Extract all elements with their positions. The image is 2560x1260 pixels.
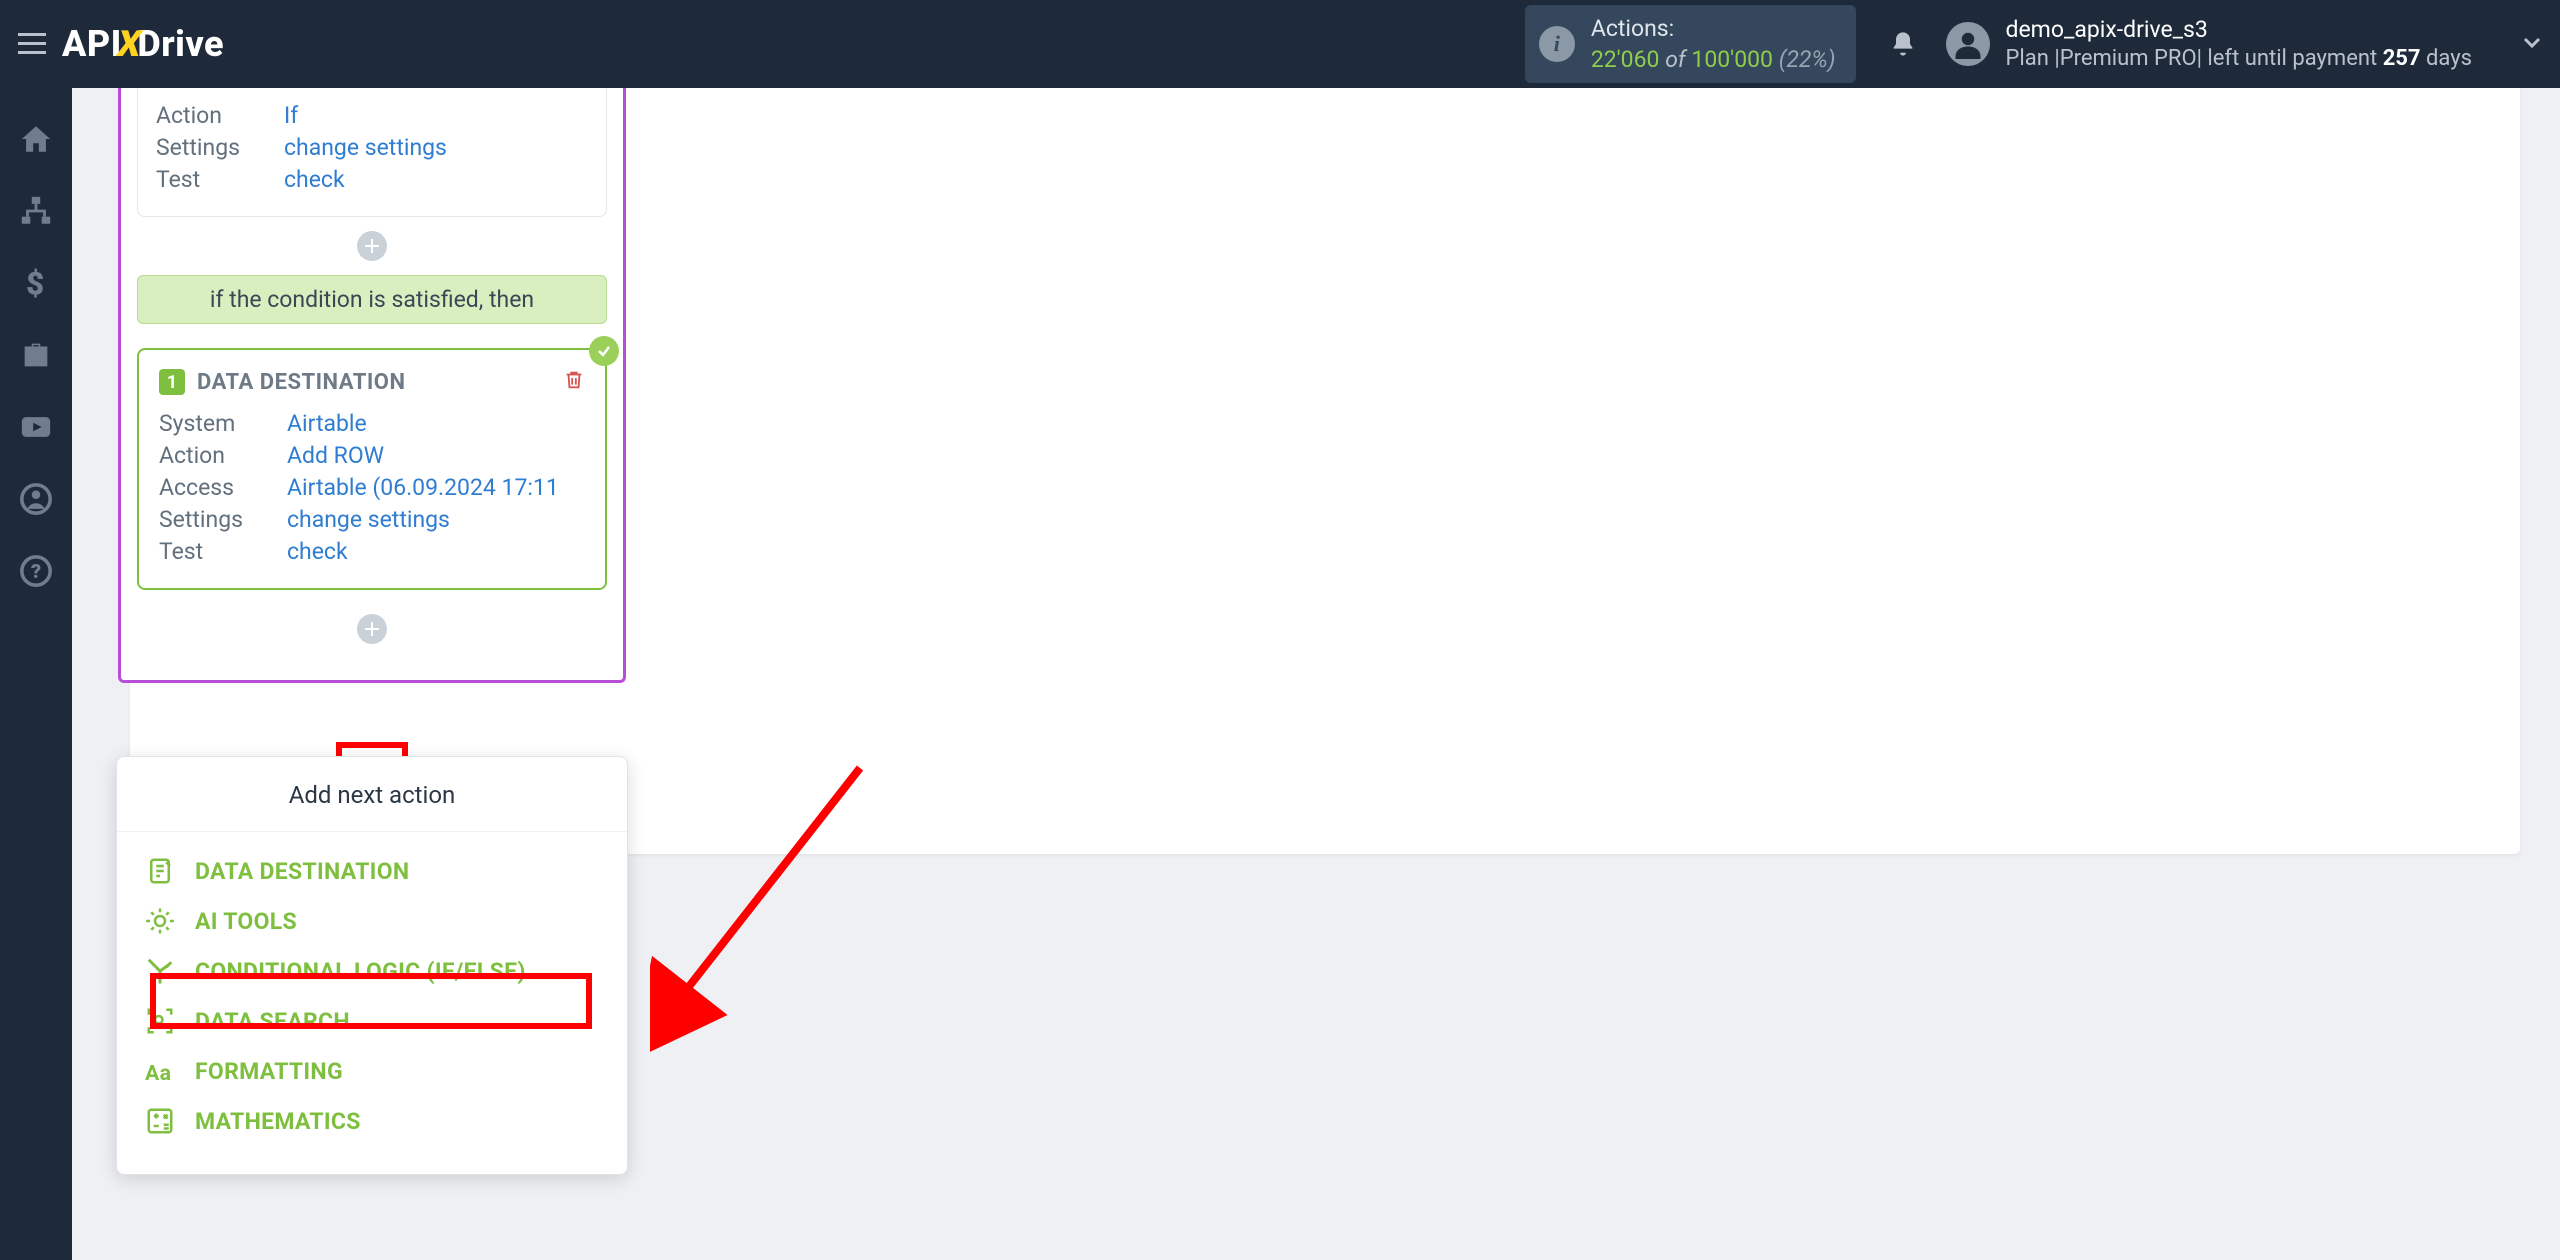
actions-limit: 100'000	[1691, 46, 1773, 73]
popover-item-ai-tools[interactable]: AI TOOLS	[137, 896, 607, 946]
status-check-badge	[589, 336, 619, 366]
scan-search-icon	[145, 1006, 175, 1036]
user-block[interactable]: demo_apix-drive_s3 Plan |Premium PRO| le…	[2006, 15, 2472, 73]
popover-item-label: DATA SEARCH	[195, 1008, 350, 1035]
sidebar-briefcase[interactable]	[19, 338, 53, 372]
tree-icon	[19, 194, 53, 228]
popover-item-label: MATHEMATICS	[195, 1108, 361, 1135]
svg-text:$: $	[26, 266, 44, 300]
trash-icon	[563, 368, 585, 392]
data-destination-card: 1 DATA DESTINATION SystemAirtable Action…	[137, 348, 607, 590]
hamburger-icon	[18, 33, 46, 55]
dest-settings-v[interactable]: change settings	[287, 506, 450, 533]
actions-used: 22'060	[1591, 46, 1660, 73]
sidebar-home[interactable]	[19, 122, 53, 156]
user-menu-toggle[interactable]	[2520, 30, 2544, 58]
logo[interactable]: API X Drive	[62, 23, 224, 65]
add-action-popover: Add next action DATA DESTINATION AI TOOL…	[116, 756, 628, 1175]
dest-title: DATA DESTINATION	[197, 370, 406, 395]
popover-item-formatting[interactable]: Aa FORMATTING	[137, 1046, 607, 1096]
sidebar-video[interactable]	[19, 410, 53, 444]
dest-system-v[interactable]: Airtable	[287, 410, 367, 437]
svg-text:Aa: Aa	[145, 1061, 171, 1086]
clipboard-icon	[145, 856, 175, 886]
popover-item-label: FORMATTING	[195, 1058, 343, 1085]
gear-brain-icon	[145, 906, 175, 936]
conditional-block: ActionIf Settingschange settings Testche…	[118, 88, 626, 683]
sidebar-help[interactable]: ?	[19, 554, 53, 588]
sidebar-profile[interactable]	[19, 482, 53, 516]
dest-test-k: Test	[159, 538, 287, 565]
sidebar-billing[interactable]: $	[19, 266, 53, 300]
test-k: Test	[156, 166, 284, 193]
popover-item-label: DATA DESTINATION	[195, 858, 409, 885]
plan-prefix: Plan |Premium PRO| left until payment	[2006, 46, 2383, 71]
dest-access-v[interactable]: Airtable (06.09.2024 17:11	[287, 474, 559, 501]
check-icon	[596, 343, 612, 359]
user-circle-icon	[19, 482, 53, 516]
actions-text: Actions: 22'060 of 100'000 (22%)	[1591, 13, 1836, 75]
info-icon: i	[1539, 26, 1575, 62]
user-plan: Plan |Premium PRO| left until payment 25…	[2006, 45, 2472, 74]
popover-title: Add next action	[117, 781, 627, 809]
content-area: ActionIf Settingschange settings Testche…	[72, 88, 2560, 1260]
sidebar: $ ?	[0, 88, 72, 1260]
dest-number: 1	[159, 369, 185, 395]
svg-text:?: ?	[31, 560, 41, 583]
actions-pill[interactable]: i Actions: 22'060 of 100'000 (22%)	[1525, 5, 1856, 83]
condition-action-card: ActionIf Settingschange settings Testche…	[137, 88, 607, 217]
plus-icon	[365, 622, 379, 636]
action-k: Action	[156, 102, 284, 129]
logo-part-api: API	[62, 23, 122, 65]
sidebar-flows[interactable]	[19, 194, 53, 228]
plus-icon	[365, 239, 379, 253]
action-v[interactable]: If	[284, 102, 298, 129]
actions-of: of	[1665, 46, 1685, 73]
add-step-button-1[interactable]	[357, 231, 387, 261]
dest-settings-k: Settings	[159, 506, 287, 533]
popover-item-label: AI TOOLS	[195, 908, 297, 935]
dest-system-k: System	[159, 410, 287, 437]
actions-label: Actions:	[1591, 13, 1836, 44]
briefcase-icon	[19, 338, 53, 372]
delete-destination-button[interactable]	[563, 368, 585, 396]
popover-item-conditional-logic[interactable]: CONDITIONAL LOGIC (IF/ELSE)	[137, 946, 607, 996]
youtube-icon	[19, 410, 53, 444]
popover-item-data-search[interactable]: DATA SEARCH	[137, 996, 607, 1046]
popover-item-mathematics[interactable]: MATHEMATICS	[137, 1096, 607, 1146]
avatar[interactable]	[1946, 22, 1990, 66]
dest-access-k: Access	[159, 474, 287, 501]
home-icon	[19, 122, 53, 156]
popover-item-label: CONDITIONAL LOGIC (IF/ELSE)	[195, 958, 526, 985]
branch-icon	[145, 956, 175, 986]
bell-button[interactable]	[1884, 25, 1922, 63]
math-icon	[145, 1106, 175, 1136]
plan-days: 257	[2383, 46, 2421, 71]
dollar-icon: $	[19, 266, 53, 300]
dest-action-v[interactable]: Add ROW	[287, 442, 384, 469]
top-bar: API X Drive i Actions: 22'060 of 100'000…	[0, 0, 2560, 88]
actions-pct: (22%)	[1779, 46, 1836, 73]
plan-days-suffix: days	[2421, 46, 2472, 71]
bell-icon	[1889, 29, 1917, 59]
settings-k: Settings	[156, 134, 284, 161]
test-v[interactable]: check	[284, 166, 345, 193]
popover-item-data-destination[interactable]: DATA DESTINATION	[137, 846, 607, 896]
chevron-down-icon	[2520, 30, 2544, 54]
dest-test-v[interactable]: check	[287, 538, 348, 565]
dest-action-k: Action	[159, 442, 287, 469]
hamburger-menu[interactable]	[8, 20, 56, 68]
settings-v[interactable]: change settings	[284, 134, 447, 161]
add-step-button-2[interactable]	[357, 614, 387, 644]
person-icon	[1953, 29, 1983, 59]
condition-satisfied-banner: if the condition is satisfied, then	[137, 275, 607, 324]
help-icon: ?	[19, 554, 53, 588]
logo-part-drive: Drive	[137, 23, 224, 65]
user-name: demo_apix-drive_s3	[2006, 15, 2472, 45]
text-aa-icon: Aa	[145, 1056, 175, 1086]
